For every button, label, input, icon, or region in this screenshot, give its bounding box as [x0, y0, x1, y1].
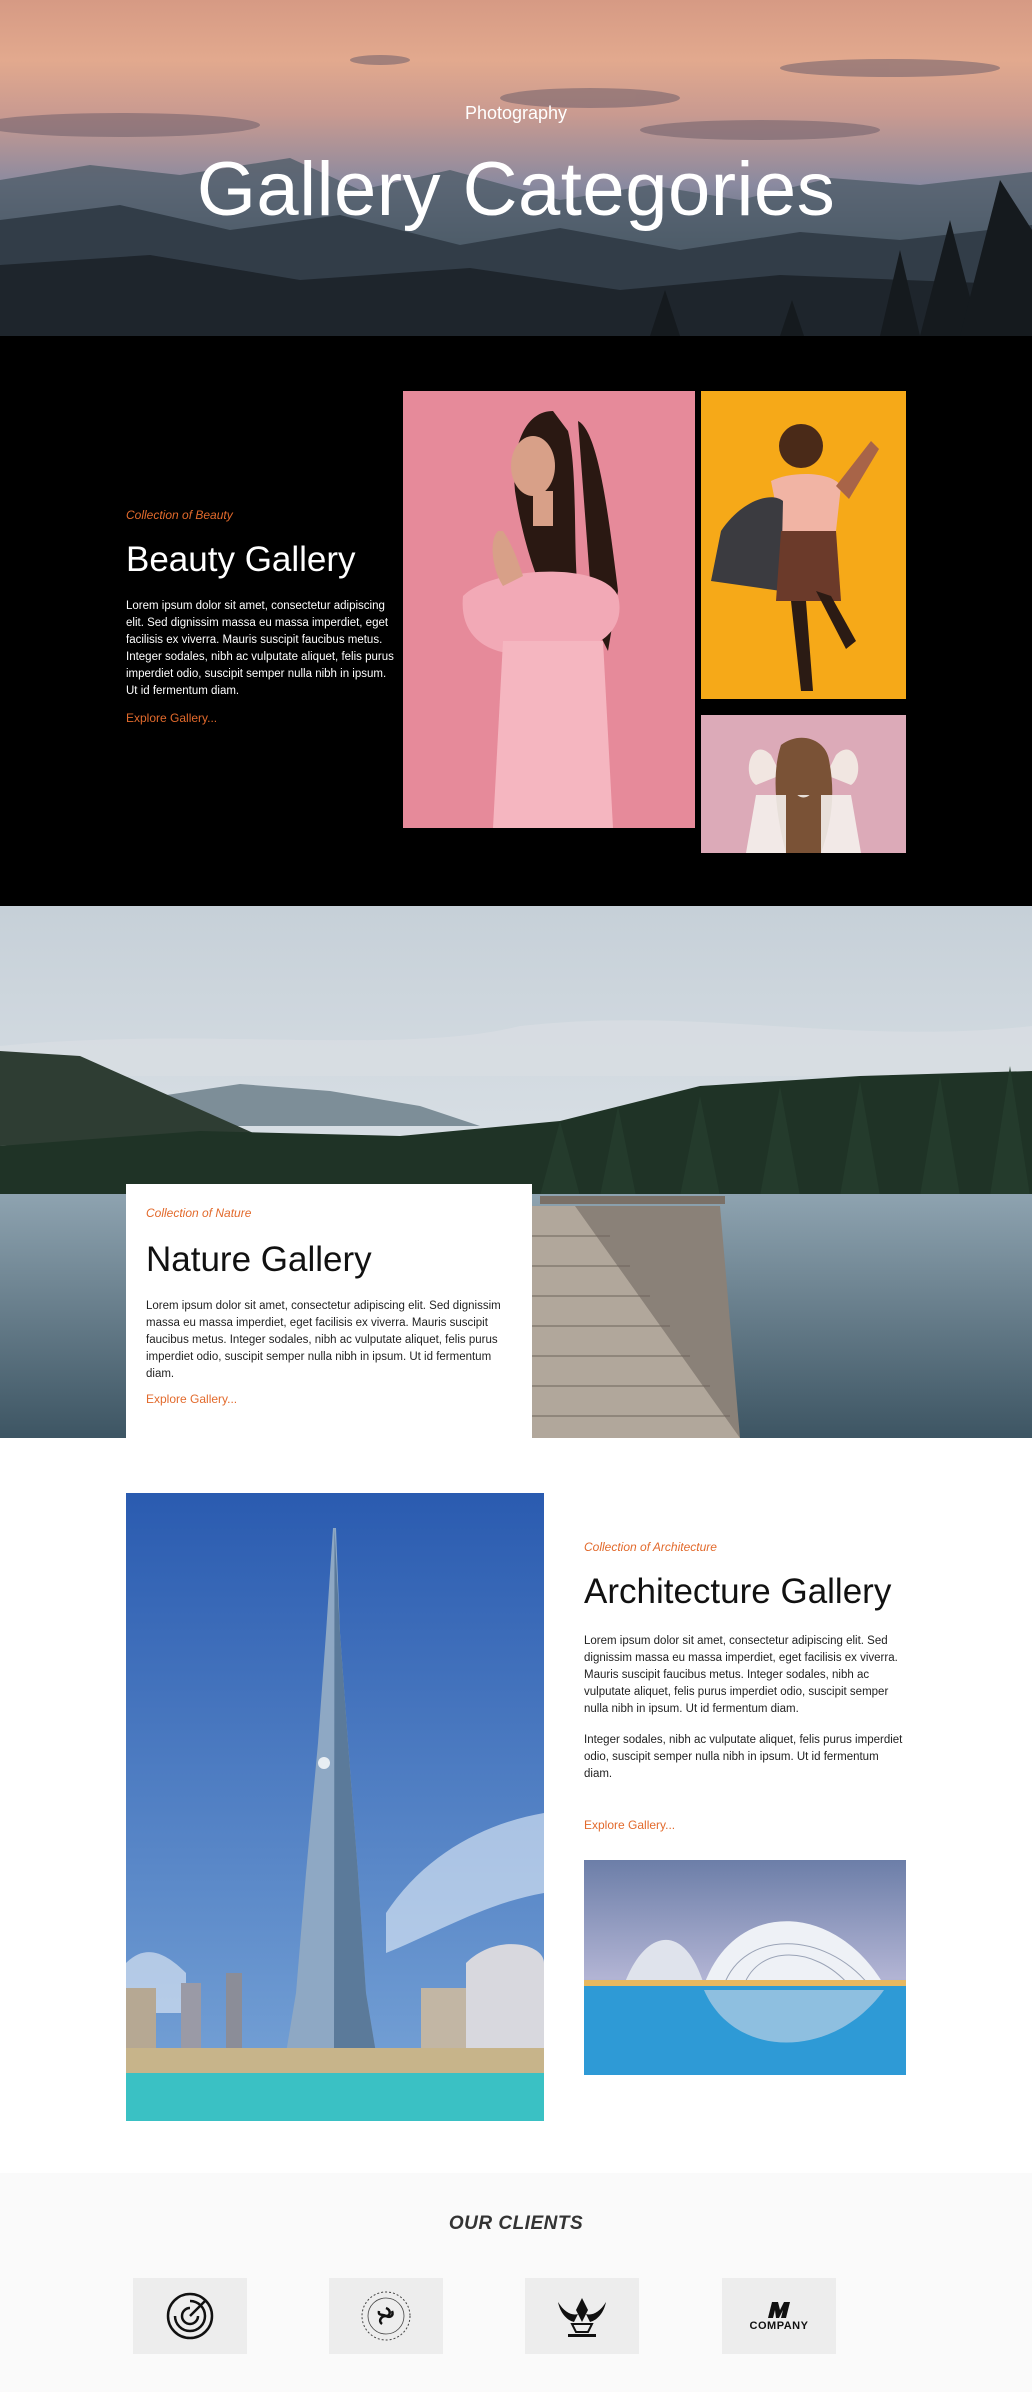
client-logo-1[interactable]: [133, 2278, 247, 2354]
architecture-kicker: Collection of Architecture: [584, 1540, 717, 1554]
architecture-section: Collection of Architecture Architecture …: [0, 1438, 1032, 2173]
beauty-section: Collection of Beauty Beauty Gallery Lore…: [0, 336, 1032, 906]
nature-title: Nature Gallery: [146, 1240, 372, 1279]
architecture-photo-tower[interactable]: [126, 1493, 544, 2121]
architecture-explore-link[interactable]: Explore Gallery...: [584, 1818, 675, 1832]
beauty-title: Beauty Gallery: [126, 540, 356, 579]
architecture-photo-city-arts[interactable]: [584, 1860, 906, 2075]
beauty-photo-pink-dress[interactable]: [403, 391, 695, 828]
clients-title: OUR CLIENTS: [448, 2213, 584, 2234]
beauty-description: Lorem ipsum dolor sit amet, consectetur …: [126, 600, 394, 697]
hero-kicker: Photography: [464, 103, 568, 123]
beauty-photo-hair-back[interactable]: [701, 715, 906, 853]
hero-banner: Photography Gallery Categories: [0, 0, 1032, 336]
company-logo-text: COMPANY: [749, 2320, 809, 2332]
winged-emblem-logo-icon: [558, 2298, 606, 2337]
beauty-photo-yellow-jump[interactable]: [701, 391, 906, 699]
nature-explore-link[interactable]: Explore Gallery...: [146, 1392, 237, 1406]
architecture-title: Architecture Gallery: [584, 1572, 892, 1611]
beauty-explore-link[interactable]: Explore Gallery...: [126, 711, 217, 725]
company-monogram-logo-icon: [768, 2302, 790, 2318]
client-logo-2[interactable]: [329, 2278, 443, 2354]
triskelion-ring-logo-icon: [361, 2291, 411, 2341]
client-logo-3[interactable]: [525, 2278, 639, 2354]
architecture-description-secondary: Integer sodales, nibh ac vulputate aliqu…: [584, 1734, 903, 1780]
clients-section: OUR CLIENTS COMPANY: [0, 2173, 1032, 2392]
circle-maze-logo-icon: [166, 2292, 214, 2340]
nature-section: Collection of Nature Nature Gallery Lore…: [0, 906, 1032, 1438]
beauty-kicker: Collection of Beauty: [126, 508, 233, 522]
nature-kicker: Collection of Nature: [146, 1206, 252, 1220]
nature-description: Lorem ipsum dolor sit amet, consectetur …: [146, 1300, 501, 1380]
architecture-description: Lorem ipsum dolor sit amet, consectetur …: [584, 1635, 898, 1715]
page-title: Gallery Categories: [196, 147, 836, 232]
client-logo-4[interactable]: COMPANY: [722, 2278, 836, 2354]
